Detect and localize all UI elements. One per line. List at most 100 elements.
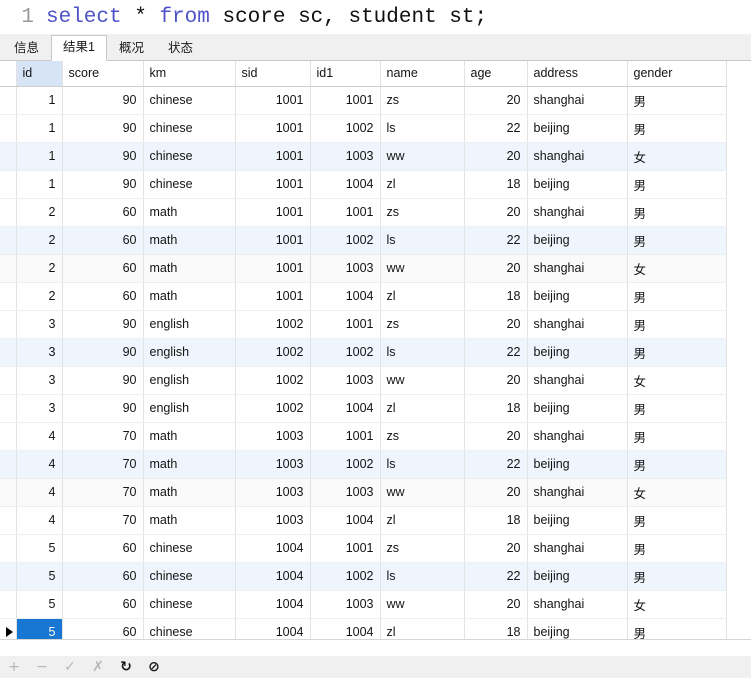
cell-address[interactable]: shanghai: [527, 590, 628, 619]
cell-score[interactable]: 60: [62, 254, 144, 283]
table-row[interactable]: 4 70 math 1003 1002 ls 22 beijing 男: [0, 450, 727, 479]
cell-km[interactable]: math: [143, 478, 236, 507]
cell-name[interactable]: ww: [380, 478, 465, 507]
cell-sid[interactable]: 1001: [235, 170, 311, 199]
cell-id[interactable]: 2: [16, 198, 63, 227]
cell-id1[interactable]: 1001: [310, 310, 381, 339]
cell-id[interactable]: 2: [16, 226, 63, 255]
cell-id[interactable]: 3: [16, 366, 63, 395]
cell-score[interactable]: 70: [62, 506, 144, 535]
add-record-icon[interactable]: +: [6, 660, 22, 674]
result-grid-container[interactable]: id score km sid id1 name age address gen…: [0, 61, 751, 640]
cell-id1[interactable]: 1004: [310, 394, 381, 423]
cell-sid[interactable]: 1002: [235, 310, 311, 339]
cell-km[interactable]: chinese: [143, 618, 236, 639]
row-marker-cell[interactable]: [0, 506, 17, 535]
cell-name[interactable]: ww: [380, 142, 465, 171]
cell-address[interactable]: beijing: [527, 338, 628, 367]
cell-id1[interactable]: 1002: [310, 338, 381, 367]
cell-km[interactable]: chinese: [143, 86, 236, 115]
cell-name[interactable]: zs: [380, 534, 465, 563]
cell-sid[interactable]: 1002: [235, 366, 311, 395]
cell-gender[interactable]: 女: [627, 254, 727, 283]
cell-id1[interactable]: 1001: [310, 534, 381, 563]
cell-id[interactable]: 4: [16, 478, 63, 507]
table-row[interactable]: 1 90 chinese 1001 1001 zs 20 shanghai 男: [0, 86, 727, 115]
table-row[interactable]: 1 90 chinese 1001 1003 ww 20 shanghai 女: [0, 142, 727, 171]
cell-gender[interactable]: 女: [627, 590, 727, 619]
row-marker-cell[interactable]: [0, 534, 17, 563]
stop-icon[interactable]: ⊘: [146, 660, 162, 674]
cell-name[interactable]: zl: [380, 394, 465, 423]
cell-id1[interactable]: 1003: [310, 590, 381, 619]
cell-name[interactable]: zl: [380, 282, 465, 311]
cell-address[interactable]: beijing: [527, 394, 628, 423]
cell-sid[interactable]: 1002: [235, 394, 311, 423]
column-header-id1[interactable]: id1: [310, 61, 381, 87]
cell-gender[interactable]: 男: [627, 114, 727, 143]
cell-id1[interactable]: 1004: [310, 506, 381, 535]
cell-age[interactable]: 20: [464, 86, 528, 115]
row-marker-cell[interactable]: [0, 226, 17, 255]
cell-km[interactable]: english: [143, 338, 236, 367]
cell-id[interactable]: 3: [16, 338, 63, 367]
cell-sid[interactable]: 1001: [235, 198, 311, 227]
cell-address[interactable]: shanghai: [527, 86, 628, 115]
table-row[interactable]: 3 90 english 1002 1001 zs 20 shanghai 男: [0, 310, 727, 339]
cell-id[interactable]: 1: [16, 170, 63, 199]
cell-address[interactable]: shanghai: [527, 198, 628, 227]
row-marker-cell[interactable]: [0, 86, 17, 115]
cell-sid[interactable]: 1004: [235, 590, 311, 619]
row-marker-cell[interactable]: [0, 170, 17, 199]
cell-id[interactable]: 1: [16, 114, 63, 143]
cell-gender[interactable]: 男: [627, 562, 727, 591]
table-row[interactable]: 4 70 math 1003 1001 zs 20 shanghai 男: [0, 422, 727, 451]
cell-gender[interactable]: 男: [627, 226, 727, 255]
row-marker-cell[interactable]: [0, 450, 17, 479]
cell-age[interactable]: 18: [464, 618, 528, 639]
cancel-changes-icon[interactable]: ✗: [90, 660, 106, 674]
cell-km[interactable]: chinese: [143, 562, 236, 591]
cell-name[interactable]: zs: [380, 198, 465, 227]
cell-sid[interactable]: 1004: [235, 534, 311, 563]
cell-gender[interactable]: 女: [627, 478, 727, 507]
cell-address[interactable]: shanghai: [527, 310, 628, 339]
cell-name[interactable]: zs: [380, 310, 465, 339]
cell-sid[interactable]: 1003: [235, 506, 311, 535]
cell-address[interactable]: beijing: [527, 506, 628, 535]
cell-km[interactable]: english: [143, 310, 236, 339]
cell-km[interactable]: english: [143, 394, 236, 423]
cell-id[interactable]: 4: [16, 450, 63, 479]
cell-score[interactable]: 90: [62, 394, 144, 423]
cell-gender[interactable]: 男: [627, 450, 727, 479]
cell-age[interactable]: 20: [464, 478, 528, 507]
cell-score[interactable]: 70: [62, 422, 144, 451]
delete-record-icon[interactable]: −: [34, 660, 50, 674]
table-row[interactable]: 5 60 chinese 1004 1003 ww 20 shanghai 女: [0, 590, 727, 619]
apply-changes-icon[interactable]: ✓: [62, 660, 78, 674]
cell-name[interactable]: ls: [380, 338, 465, 367]
cell-sid[interactable]: 1003: [235, 422, 311, 451]
cell-km[interactable]: chinese: [143, 534, 236, 563]
cell-id[interactable]: 5: [16, 618, 63, 639]
cell-age[interactable]: 20: [464, 590, 528, 619]
cell-id[interactable]: 2: [16, 254, 63, 283]
cell-gender[interactable]: 男: [627, 198, 727, 227]
table-row[interactable]: 4 70 math 1003 1004 zl 18 beijing 男: [0, 506, 727, 535]
row-marker-cell[interactable]: [0, 114, 17, 143]
cell-name[interactable]: ls: [380, 562, 465, 591]
row-marker-cell[interactable]: [0, 142, 17, 171]
table-row[interactable]: 5 60 chinese 1004 1002 ls 22 beijing 男: [0, 562, 727, 591]
row-marker-cell[interactable]: [0, 422, 17, 451]
cell-id1[interactable]: 1003: [310, 254, 381, 283]
cell-gender[interactable]: 男: [627, 618, 727, 639]
column-header-sid[interactable]: sid: [235, 61, 311, 87]
cell-sid[interactable]: 1004: [235, 562, 311, 591]
cell-age[interactable]: 20: [464, 254, 528, 283]
row-marker-cell[interactable]: [0, 478, 17, 507]
cell-address[interactable]: beijing: [527, 114, 628, 143]
cell-score[interactable]: 70: [62, 450, 144, 479]
cell-km[interactable]: chinese: [143, 114, 236, 143]
table-row[interactable]: 1 90 chinese 1001 1004 zl 18 beijing 男: [0, 170, 727, 199]
cell-address[interactable]: shanghai: [527, 142, 628, 171]
